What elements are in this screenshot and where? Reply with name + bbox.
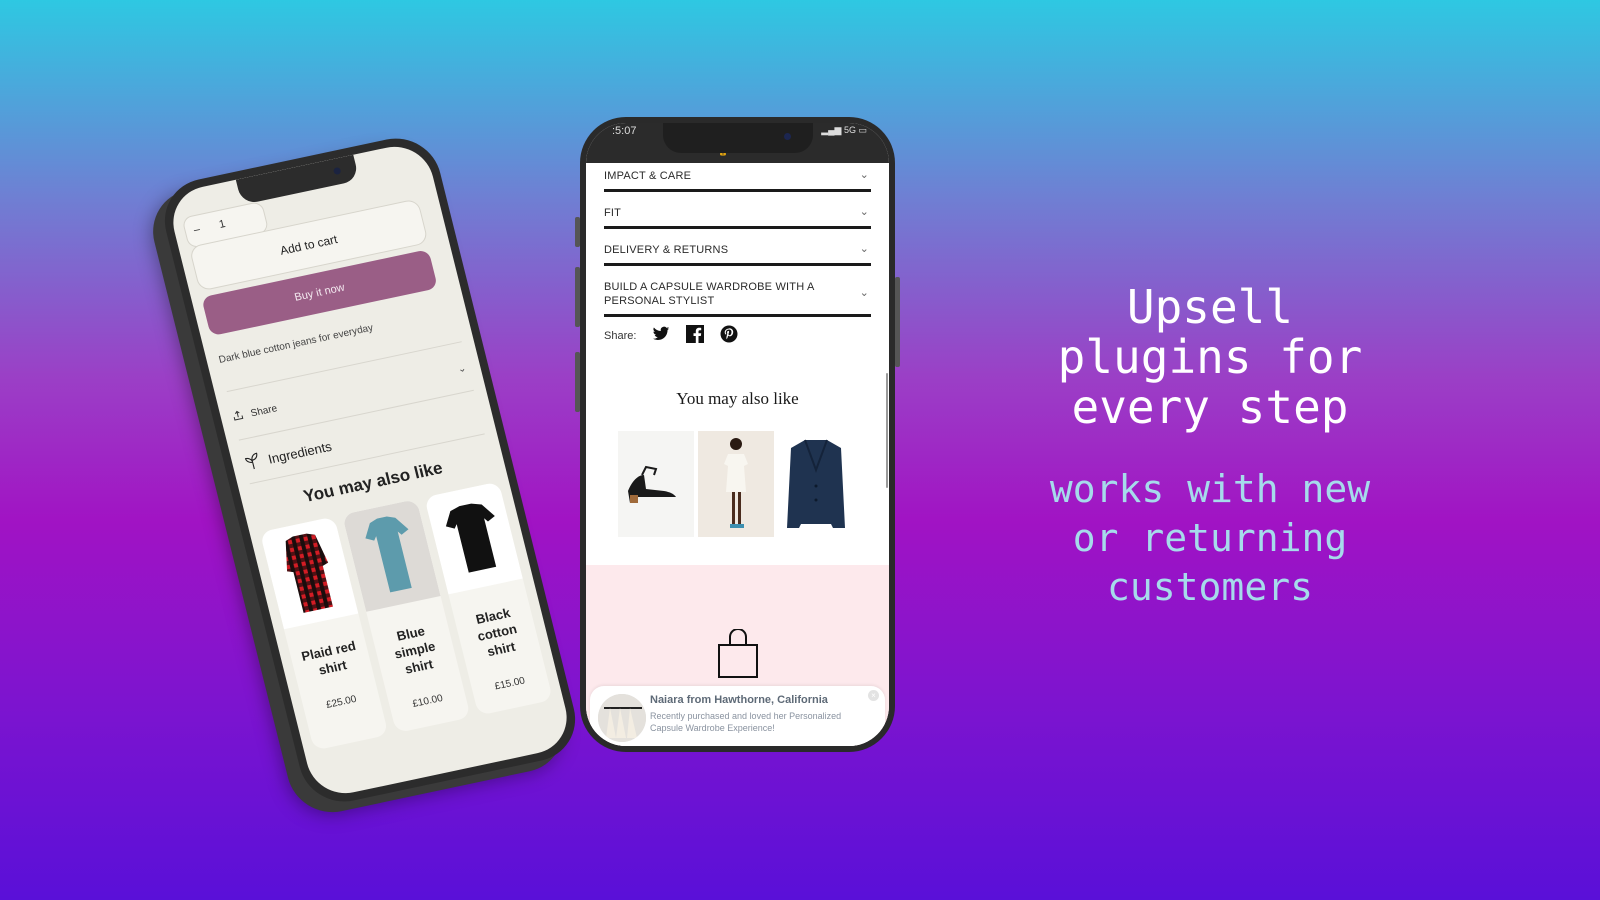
- black-sandals-image[interactable]: [618, 431, 694, 537]
- white-dress-image[interactable]: [698, 431, 774, 537]
- phone-power-button: [895, 277, 900, 367]
- accordion-label: BUILD A CAPSULE WARDROBE WITH A PERSONAL…: [604, 281, 814, 307]
- accordion-label: IMPACT & CARE: [604, 170, 692, 182]
- social-proof-toast[interactable]: Naiara from Hawthorne, California Recent…: [590, 686, 885, 746]
- share-label: Share:: [604, 329, 637, 342]
- scrollbar[interactable]: [886, 373, 888, 488]
- toast-title: Naiara from Hawthorne, California: [650, 694, 828, 706]
- share-accordion[interactable]: Share ⌄: [230, 356, 469, 429]
- blue-tshirt-image: [342, 498, 441, 612]
- pinterest-icon[interactable]: [720, 325, 738, 346]
- phone-screen: :5:07 ▂▄▆ 5G ▭ 🔒 ·········· IMPACT & CAR…: [586, 123, 889, 746]
- shopping-bag-icon[interactable]: [717, 628, 758, 684]
- left-phone-mockup: – 1 Add to cart Buy it now Dark blue cot…: [155, 130, 585, 810]
- accordion-label: FIT: [604, 207, 622, 219]
- product-name: Plaid red shirt: [299, 637, 358, 678]
- product-price: £10.00: [411, 692, 445, 710]
- chevron-down-icon: ⌄: [456, 362, 468, 375]
- subheadline-line: customers: [1107, 565, 1313, 609]
- product-accordion: IMPACT & CARE ⌄ FIT ⌄ DELIVERY & RETURNS…: [604, 163, 871, 317]
- accordion-label: DELIVERY & RETURNS: [604, 244, 729, 256]
- signal-icon: ▂▄▆: [821, 125, 842, 135]
- accordion-item-impact-care[interactable]: IMPACT & CARE ⌄: [604, 163, 871, 192]
- product-name: Black cotton shirt: [474, 605, 519, 660]
- camera-icon: [783, 133, 791, 140]
- quantity-value: 1: [217, 218, 227, 231]
- leaf-icon: [242, 451, 263, 475]
- accordion-item-delivery-returns[interactable]: DELIVERY & RETURNS ⌄: [604, 237, 871, 266]
- twitter-icon[interactable]: [652, 326, 670, 345]
- chevron-down-icon: ⌄: [859, 206, 869, 218]
- black-tshirt-image: [424, 481, 523, 595]
- plaid-shirt-image: [259, 516, 359, 630]
- accordion-item-capsule-wardrobe[interactable]: BUILD A CAPSULE WARDROBE WITH A PERSONAL…: [604, 274, 871, 317]
- chevron-down-icon: ⌄: [859, 243, 869, 255]
- subheadline-line: works with new: [1049, 467, 1371, 511]
- product-price: £15.00: [493, 675, 527, 693]
- product-cards: Plaid red shirt £25.00 Blue simple shirt…: [259, 481, 554, 751]
- share-row: Share:: [604, 325, 738, 346]
- phone-notch: [662, 123, 813, 153]
- accordion-item-fit[interactable]: FIT ⌄: [604, 200, 871, 229]
- toast-body: Recently purchased and loved her Persona…: [650, 711, 842, 733]
- facebook-icon[interactable]: [686, 325, 705, 346]
- status-time: :5:07: [612, 125, 637, 137]
- network-label: 5G: [843, 125, 856, 135]
- share-icon: [232, 409, 245, 424]
- quantity-minus-button[interactable]: –: [192, 223, 201, 236]
- subheadline-line: or returning: [1072, 516, 1348, 560]
- headline: Upsell plugins for every step: [1000, 282, 1420, 432]
- chevron-down-icon: ⌄: [859, 287, 869, 299]
- product-price: £25.00: [325, 693, 358, 711]
- battery-icon: ▭: [858, 125, 867, 135]
- subheadline: works with new or returning customers: [990, 465, 1430, 612]
- product-row: [618, 431, 854, 537]
- product-name: Blue simple shirt: [392, 623, 437, 677]
- status-indicators: ▂▄▆ 5G ▭: [821, 125, 867, 136]
- section-title: You may also like: [676, 389, 799, 408]
- ingredients-label: Ingredients: [266, 438, 334, 467]
- share-label: Share: [249, 402, 279, 419]
- headline-line: plugins for: [1057, 330, 1363, 384]
- chevron-down-icon: ⌄: [859, 169, 869, 181]
- camera-icon: [332, 166, 342, 176]
- navy-blazer-image[interactable]: [778, 431, 854, 537]
- headline-line: Upsell: [1126, 280, 1294, 334]
- cart-section: Naiara from Hawthorne, California Recent…: [586, 565, 889, 746]
- center-phone-mockup: :5:07 ▂▄▆ 5G ▭ 🔒 ·········· IMPACT & CAR…: [575, 117, 900, 752]
- close-icon[interactable]: ×: [868, 690, 879, 701]
- headline-line: every step: [1071, 380, 1349, 434]
- clothes-rack-avatar: [598, 694, 646, 742]
